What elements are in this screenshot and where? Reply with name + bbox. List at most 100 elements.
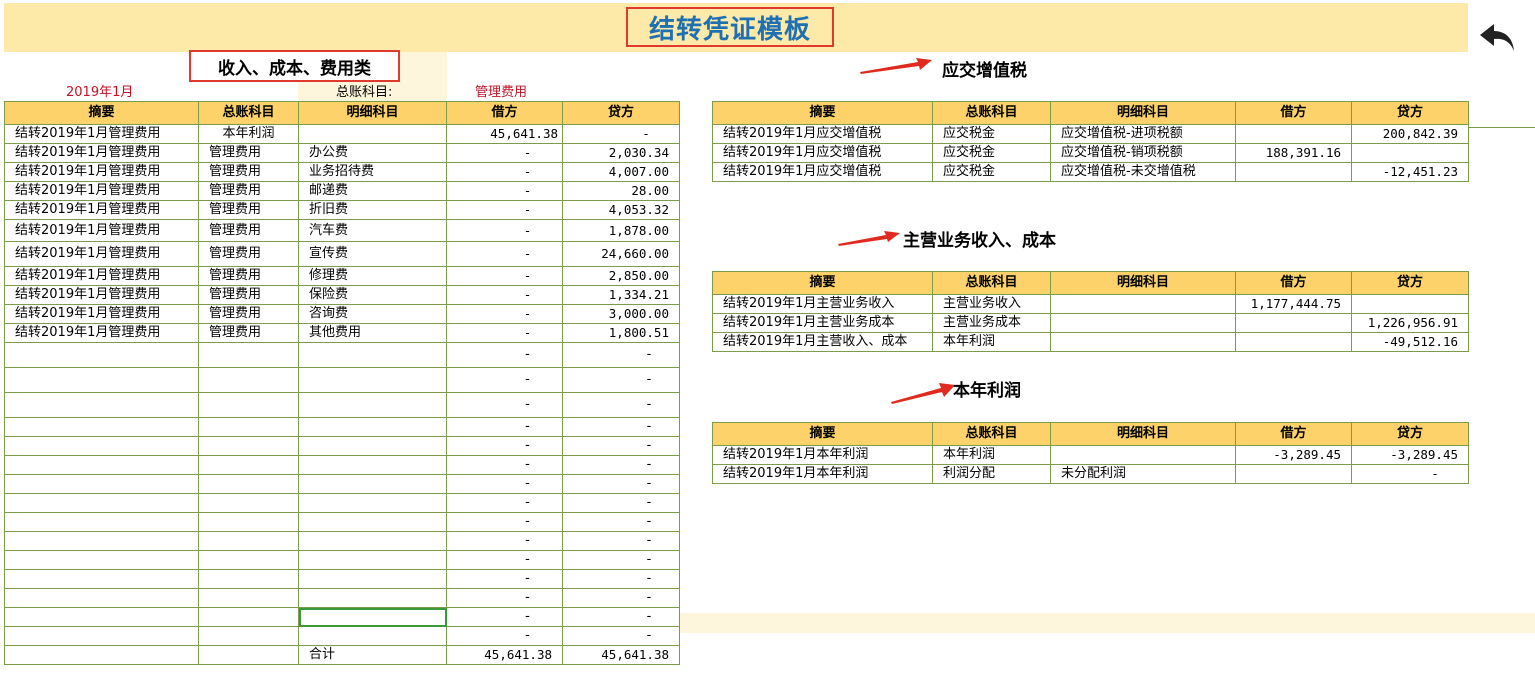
table-cell[interactable] <box>298 588 447 608</box>
table-cell[interactable]: 应交税金 <box>932 124 1051 144</box>
table-cell[interactable]: - <box>446 304 563 324</box>
table-cell[interactable]: 管理费用 <box>198 200 299 220</box>
table-cell[interactable]: 200,842.39 <box>1351 124 1469 144</box>
table-cell[interactable]: - <box>446 367 563 393</box>
table-cell[interactable]: - <box>562 588 680 608</box>
table-cell[interactable] <box>198 512 299 532</box>
table-cell[interactable]: 管理费用 <box>198 181 299 201</box>
table-cell[interactable]: - <box>562 474 680 494</box>
table-cell[interactable]: 结转2019年1月管理费用 <box>4 143 199 163</box>
table-cell[interactable]: - <box>446 531 563 551</box>
table-cell[interactable]: - <box>562 531 680 551</box>
table-cell[interactable]: - <box>562 392 680 418</box>
table-cell[interactable]: 主营业务收入 <box>932 294 1051 314</box>
table-cell[interactable]: 应交增值税-销项税额 <box>1050 143 1236 163</box>
table-cell[interactable]: - <box>562 569 680 589</box>
table-cell[interactable]: 结转2019年1月主营业务收入 <box>712 294 933 314</box>
table-cell[interactable]: 应交增值税-进项税额 <box>1050 124 1236 144</box>
table-cell[interactable] <box>1050 313 1236 333</box>
table-cell[interactable]: 本年利润 <box>198 124 299 144</box>
table-cell[interactable] <box>298 531 447 551</box>
table-cell[interactable]: -3,289.45 <box>1351 445 1469 465</box>
table-cell[interactable] <box>298 455 447 475</box>
table-cell[interactable]: 利润分配 <box>932 464 1051 484</box>
table-cell[interactable]: - <box>562 455 680 475</box>
table-cell[interactable] <box>298 436 447 456</box>
table-cell[interactable] <box>4 550 199 570</box>
table-cell[interactable] <box>198 588 299 608</box>
undo-arrow-icon[interactable] <box>1478 18 1520 60</box>
table-cell[interactable]: - <box>446 626 563 646</box>
table-cell[interactable]: - <box>446 181 563 201</box>
table-cell[interactable] <box>4 531 199 551</box>
table-cell[interactable]: 结转2019年1月管理费用 <box>4 200 199 220</box>
table-cell[interactable]: 结转2019年1月本年利润 <box>712 464 933 484</box>
table-cell[interactable]: - <box>446 569 563 589</box>
table-cell[interactable]: - <box>446 417 563 437</box>
table-cell[interactable]: 结转2019年1月管理费用 <box>4 124 199 144</box>
table-cell[interactable] <box>4 436 199 456</box>
table-cell[interactable]: - <box>1351 464 1469 484</box>
table-cell[interactable] <box>198 493 299 513</box>
table-cell[interactable]: 管理费用 <box>198 143 299 163</box>
table-cell[interactable]: 其他费用 <box>298 323 447 343</box>
table-cell[interactable] <box>1235 464 1352 484</box>
table-cell[interactable]: - <box>446 241 563 267</box>
table-cell[interactable] <box>298 474 447 494</box>
table-cell[interactable]: 管理费用 <box>198 219 299 242</box>
table-cell[interactable] <box>4 474 199 494</box>
table-cell[interactable] <box>198 392 299 418</box>
table-cell[interactable]: 1,334.21 <box>562 285 680 305</box>
table-cell[interactable] <box>1351 143 1469 163</box>
table-cell[interactable]: 3,000.00 <box>562 304 680 324</box>
table-cell[interactable]: -49,512.16 <box>1351 332 1469 352</box>
table-cell[interactable]: 未分配利润 <box>1050 464 1236 484</box>
table-cell[interactable]: - <box>446 493 563 513</box>
table-cell[interactable]: 办公费 <box>298 143 447 163</box>
table-cell[interactable]: 结转2019年1月管理费用 <box>4 266 199 286</box>
table-cell[interactable]: - <box>446 474 563 494</box>
table-cell[interactable] <box>198 531 299 551</box>
table-cell[interactable] <box>4 512 199 532</box>
table-cell[interactable]: - <box>446 550 563 570</box>
table-cell[interactable] <box>198 607 299 627</box>
table-cell[interactable]: 2,030.34 <box>562 143 680 163</box>
table-cell[interactable] <box>4 342 199 368</box>
table-cell[interactable]: 折旧费 <box>298 200 447 220</box>
table-cell[interactable]: - <box>446 436 563 456</box>
table-cell[interactable] <box>198 645 299 665</box>
table-cell[interactable]: 结转2019年1月管理费用 <box>4 304 199 324</box>
table-cell[interactable]: 汽车费 <box>298 219 447 242</box>
total-label[interactable]: 合计 <box>298 645 447 665</box>
table-cell[interactable] <box>1235 124 1352 144</box>
table-cell[interactable]: 结转2019年1月管理费用 <box>4 241 199 267</box>
table-cell[interactable]: 结转2019年1月应交增值税 <box>712 143 933 163</box>
table-cell[interactable] <box>298 512 447 532</box>
table-cell[interactable] <box>1050 445 1236 465</box>
table-cell[interactable]: 邮递费 <box>298 181 447 201</box>
table-cell[interactable]: 管理费用 <box>198 285 299 305</box>
table-cell[interactable]: 24,660.00 <box>562 241 680 267</box>
table-cell[interactable]: - <box>562 512 680 532</box>
table-cell[interactable]: 本年利润 <box>932 445 1051 465</box>
table-cell[interactable]: - <box>562 417 680 437</box>
table-cell[interactable]: - <box>446 162 563 182</box>
table-cell[interactable]: 结转2019年1月管理费用 <box>4 162 199 182</box>
table-cell[interactable]: - <box>446 200 563 220</box>
table-cell[interactable] <box>198 417 299 437</box>
table-cell[interactable]: 咨询费 <box>298 304 447 324</box>
table-cell[interactable]: 结转2019年1月应交增值税 <box>712 124 933 144</box>
table-cell[interactable] <box>298 342 447 368</box>
table-cell[interactable] <box>4 626 199 646</box>
table-cell[interactable]: - <box>446 285 563 305</box>
table-cell[interactable] <box>1351 294 1469 314</box>
table-cell[interactable]: 结转2019年1月管理费用 <box>4 285 199 305</box>
table-cell[interactable]: 4,053.32 <box>562 200 680 220</box>
table-cell[interactable]: - <box>446 266 563 286</box>
table-cell[interactable]: 应交税金 <box>932 162 1051 182</box>
table-cell[interactable]: - <box>446 219 563 242</box>
table-cell[interactable]: 2,850.00 <box>562 266 680 286</box>
table-cell[interactable]: 28.00 <box>562 181 680 201</box>
table-cell[interactable]: -3,289.45 <box>1235 445 1352 465</box>
table-cell[interactable] <box>298 569 447 589</box>
